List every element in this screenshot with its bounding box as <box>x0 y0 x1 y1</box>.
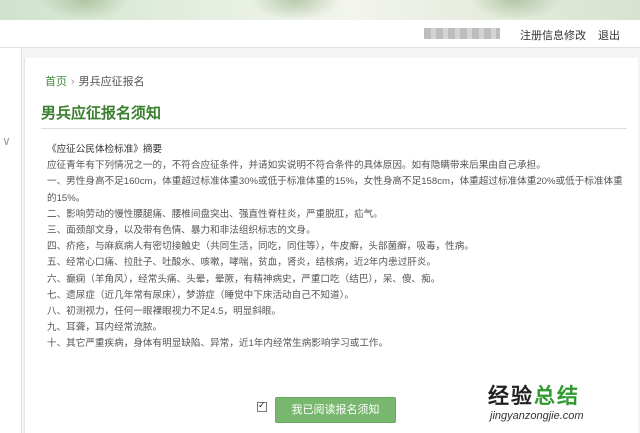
breadcrumb: 首页 › 男兵应征报名 <box>45 73 145 89</box>
notice-item: 一、男性身高不足160cm，体重超过标准体重30%或低于标准体重的15%，女性身… <box>47 176 623 204</box>
notice-item: 八、初测视力，任何一眼裸眼视力不足4.5，明显斜眼。 <box>47 306 281 318</box>
notice-heading: 《应征公民体检标准》摘要 <box>47 144 163 155</box>
watermark-url: jingyanzongjie.com <box>490 410 584 422</box>
notice-item: 六、癫痫（羊角风），经常头痛、头晕，晕厥，有精神病史，严重口吃（结巴），呆、傻、… <box>47 273 441 285</box>
notice-item: 二、影响劳动的慢性腰腿痛、腰椎间盘突出、强直性脊柱炎，严重脱肛，疝气。 <box>47 208 383 220</box>
notice-intro: 应征青年有下列情况之一的，不符合应征条件，并请如实说明不符合条件的具体原因。如有… <box>47 160 546 172</box>
edit-registration-link[interactable]: 注册信息修改 <box>520 27 586 43</box>
top-bar: 注册信息修改 退出 <box>0 20 640 48</box>
agree-checkbox[interactable] <box>257 400 267 412</box>
watermark-brand-b: 总结 <box>534 385 580 408</box>
notice-item: 十、其它严重疾病，身体有明显缺陷、异常，近1年内经常生病影响学习或工作。 <box>47 338 389 350</box>
banner-decoration <box>470 0 560 20</box>
blurred-username <box>424 28 500 39</box>
page-title: 男兵应征报名须知 <box>41 105 162 122</box>
watermark-brand-a: 经验 <box>488 385 534 408</box>
title-divider <box>41 128 627 129</box>
notice-item: 七、遗尿症（近几年常有尿床），梦游症（睡觉中下床活动自己不知道）。 <box>47 289 354 301</box>
left-sidebar: ∨ <box>0 48 22 433</box>
notice-item: 五、经常心口痛、拉肚子、吐酸水、咳嗽，哮喘，贫血，肾炎，结核病，近2年内患过肝炎… <box>47 257 437 269</box>
banner-decoration <box>40 0 130 20</box>
chevron-down-icon[interactable]: ∨ <box>2 134 11 148</box>
watermark-brand: 经验总结 <box>488 380 580 410</box>
banner-decoration <box>250 0 340 20</box>
notice-item: 四、疥疮，与麻疯病人有密切接触史（共同生活，同吃，同住等），牛皮癣，头部菌癣，吸… <box>47 241 474 253</box>
confirm-read-button[interactable]: 我已阅读报名须知 <box>275 397 396 423</box>
breadcrumb-separator: › <box>71 76 75 88</box>
watermark-logo: 经验总结 jingyanzongjie.com <box>484 380 634 428</box>
logout-link[interactable]: 退出 <box>598 27 620 43</box>
breadcrumb-current: 男兵应征报名 <box>78 76 145 88</box>
notice-text: 《应征公民体检标准》摘要 应征青年有下列情况之一的，不符合应征条件，并请如实说明… <box>47 142 627 353</box>
notice-item: 三、面颈部文身，以及带有色情、暴力和非法组织标志的文身。 <box>47 225 316 237</box>
notice-item: 九、耳聋，耳内经常流脓。 <box>47 322 163 334</box>
breadcrumb-home-link[interactable]: 首页 <box>45 76 67 88</box>
header-banner <box>0 0 640 20</box>
main-panel: 首页 › 男兵应征报名 男兵应征报名须知 《应征公民体检标准》摘要 应征青年有下列情… <box>24 58 638 433</box>
